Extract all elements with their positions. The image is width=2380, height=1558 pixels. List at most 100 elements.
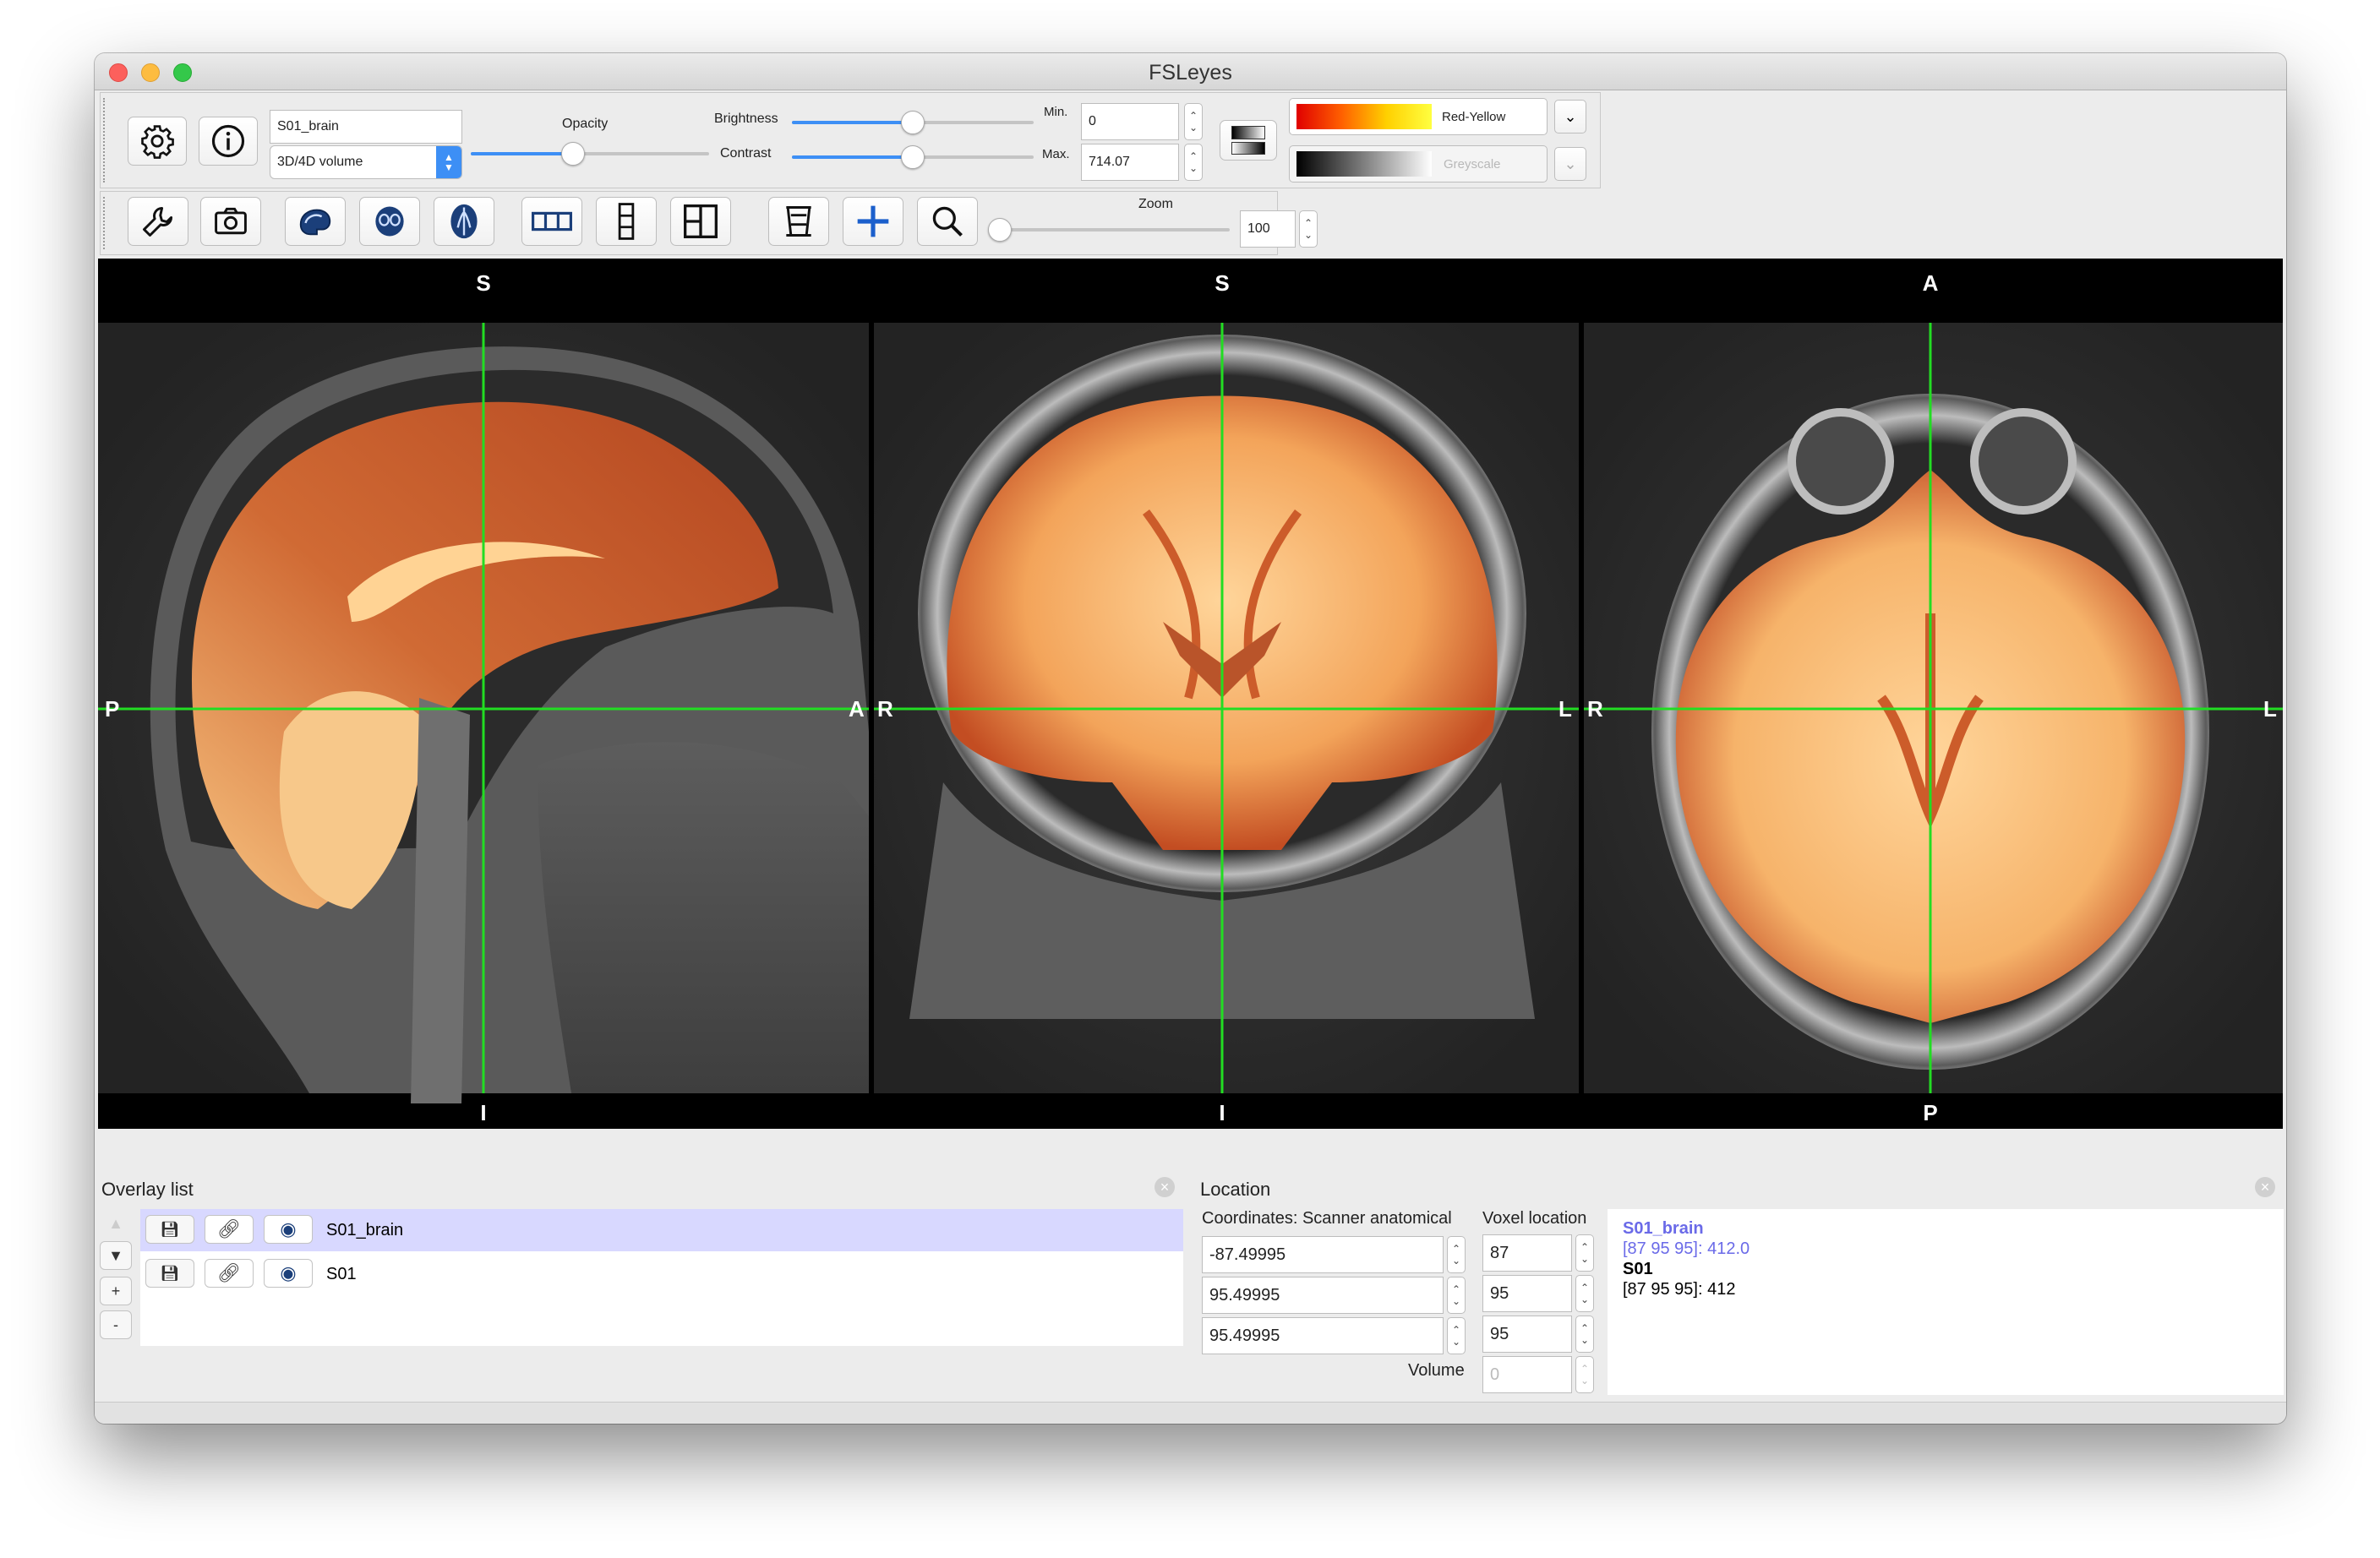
wrench-icon — [143, 206, 173, 237]
contrast-slider-fill — [792, 155, 913, 159]
sagittal-neck — [538, 742, 869, 1093]
opacity-label: Opacity — [562, 117, 609, 131]
zoom-slider[interactable] — [988, 218, 1230, 242]
neg-colormap-value: Greyscale — [1444, 156, 1501, 172]
overlay-list: 💾︎ 🔗︎ ◉ S01_brain 💾︎ 🔗︎ ◉ S01 — [140, 1209, 1183, 1346]
chevron-up-icon[interactable]: ⌃ — [1189, 110, 1198, 122]
sagittal-icon — [299, 209, 331, 236]
chevron-up-icon[interactable]: ⌃ — [1189, 150, 1198, 162]
movie-mode-button[interactable] — [768, 197, 829, 246]
toggle-axial-button[interactable] — [434, 197, 494, 246]
screenshot-button[interactable] — [200, 197, 261, 246]
info-overlay-value: [87 95 95]: 412 — [1623, 1280, 1736, 1299]
coronal-view[interactable]: S I R L — [874, 270, 1579, 1125]
voxel-y-stepper[interactable]: ⌃ ⌄ — [1575, 1275, 1594, 1312]
reset-zoom-button[interactable] — [917, 197, 978, 246]
overlay-name: S01 — [326, 1264, 357, 1283]
link-overlay-button[interactable]: 🔗︎ — [205, 1215, 254, 1244]
toggle-sagittal-button[interactable] — [285, 197, 346, 246]
left-eye — [1788, 408, 1894, 515]
movie-icon — [786, 206, 811, 237]
save-overlay-button[interactable]: 💾︎ — [145, 1215, 194, 1244]
chevron-down-icon[interactable]: ⌄ — [1189, 122, 1198, 133]
chevron-down-icon[interactable]: ⌄ — [1189, 162, 1198, 174]
move-overlay-down-button[interactable]: ▼ — [100, 1241, 132, 1270]
horizontal-layout-button[interactable] — [521, 197, 582, 246]
brightness-slider-knob[interactable] — [901, 111, 925, 134]
voxel-z-stepper[interactable]: ⌃ ⌄ — [1575, 1316, 1594, 1353]
view-settings-button[interactable] — [128, 197, 188, 246]
zoom-value-field[interactable]: 100 — [1240, 210, 1296, 248]
opacity-slider-knob[interactable] — [561, 142, 586, 166]
min-value-stepper[interactable]: ⌃ ⌄ — [1184, 103, 1203, 140]
coord-z-stepper[interactable]: ⌃ ⌄ — [1447, 1317, 1466, 1354]
window-title: FSLeyes — [1149, 61, 1232, 84]
settings-button[interactable] — [128, 117, 187, 166]
toolbar-grip[interactable] — [103, 197, 106, 249]
max-value-stepper[interactable]: ⌃ ⌄ — [1184, 144, 1203, 181]
volume-field[interactable]: 0 — [1482, 1356, 1572, 1393]
voxel-x-stepper[interactable]: ⌃ ⌄ — [1575, 1234, 1594, 1272]
toggle-crosshair-button[interactable] — [843, 197, 903, 246]
eye-icon: ◉ — [280, 1218, 297, 1239]
ortho-canvas[interactable]: S I P A S I R L A P R L — [98, 259, 2283, 1129]
chevron-down-icon[interactable]: ⌄ — [1304, 229, 1313, 241]
coord-x-field[interactable]: -87.49995 — [1202, 1236, 1444, 1273]
link-overlay-button[interactable]: 🔗︎ — [205, 1259, 254, 1288]
neg-colormap-dropdown-button[interactable]: ⌄ — [1554, 147, 1586, 181]
visibility-toggle[interactable]: ◉ — [264, 1215, 313, 1244]
opacity-slider[interactable] — [471, 142, 709, 166]
coord-y-field[interactable]: 95.49995 — [1202, 1277, 1444, 1314]
sagittal-left-label: P — [105, 696, 119, 722]
voxel-x-field[interactable]: 87 — [1482, 1234, 1572, 1272]
overlay-name-field[interactable]: S01_brain — [270, 110, 462, 144]
volume-stepper[interactable]: ⌃ ⌄ — [1575, 1356, 1594, 1393]
zoom-slider-knob[interactable] — [988, 218, 1012, 242]
zoom-label: Zoom — [1138, 197, 1173, 211]
sagittal-view[interactable]: S I P A — [98, 270, 869, 1125]
axial-bottom-label: P — [1923, 1100, 1937, 1125]
axial-icon — [450, 204, 478, 239]
toggle-colorbar-button[interactable] — [1220, 120, 1277, 161]
fsleyes-window: FSLeyes S01_brain 3D/4D volume ▲ ▼ Opacit… — [95, 53, 2286, 1424]
visibility-toggle[interactable]: ◉ — [264, 1259, 313, 1288]
add-overlay-button[interactable]: + — [100, 1277, 132, 1305]
contrast-slider[interactable] — [792, 145, 1034, 169]
voxel-z-field[interactable]: 95 — [1482, 1316, 1572, 1353]
close-overlay-list-button[interactable]: × — [1155, 1177, 1175, 1197]
save-overlay-button[interactable]: 💾︎ — [145, 1259, 194, 1288]
min-label: Min. — [1044, 105, 1068, 119]
contrast-slider-knob[interactable] — [901, 145, 925, 169]
toolbar-grip[interactable] — [103, 98, 106, 182]
grid-layout-button[interactable] — [670, 197, 731, 246]
voxel-label: Voxel location — [1482, 1209, 1587, 1228]
colormap-dropdown-button[interactable]: ⌄ — [1554, 100, 1586, 133]
overlay-list-item[interactable]: 💾︎ 🔗︎ ◉ S01 — [140, 1253, 1183, 1295]
overlay-type-select[interactable]: 3D/4D volume ▲ ▼ — [270, 145, 462, 179]
max-value-field[interactable]: 714.07 — [1081, 144, 1179, 181]
axial-view[interactable]: A P R L — [1584, 270, 2283, 1125]
coronal-bottom-label: I — [1219, 1100, 1225, 1125]
remove-overlay-button[interactable]: - — [100, 1310, 132, 1339]
toggle-coronal-button[interactable] — [359, 197, 420, 246]
brightness-slider[interactable] — [792, 111, 1034, 134]
location-title: Location — [1200, 1179, 1271, 1200]
close-location-button[interactable]: × — [2255, 1177, 2275, 1197]
colormap-select[interactable]: Red-Yellow — [1289, 98, 1548, 135]
zoom-stepper[interactable]: ⌃ ⌄ — [1299, 210, 1318, 248]
axial-left-label: R — [1587, 696, 1603, 722]
min-value-field[interactable]: 0 — [1081, 103, 1179, 140]
negative-colormap-select[interactable]: Greyscale — [1289, 145, 1548, 182]
coord-y-stepper[interactable]: ⌃ ⌄ — [1447, 1277, 1466, 1314]
overlay-info-button[interactable] — [199, 117, 258, 166]
move-overlay-up-button[interactable]: ▲ — [100, 1209, 132, 1238]
vertical-layout-button[interactable] — [596, 197, 657, 246]
brightness-label: Brightness — [714, 112, 778, 126]
status-bar — [95, 1402, 2286, 1424]
voxel-y-field[interactable]: 95 — [1482, 1275, 1572, 1312]
coord-z-field[interactable]: 95.49995 — [1202, 1317, 1444, 1354]
coord-x-stepper[interactable]: ⌃ ⌄ — [1447, 1236, 1466, 1273]
overlay-list-item[interactable]: 💾︎ 🔗︎ ◉ S01_brain — [140, 1209, 1183, 1251]
chevron-up-icon[interactable]: ⌃ — [1304, 217, 1313, 229]
ortho-canvas-svg[interactable]: S I P A S I R L A P R L — [98, 259, 2283, 1129]
